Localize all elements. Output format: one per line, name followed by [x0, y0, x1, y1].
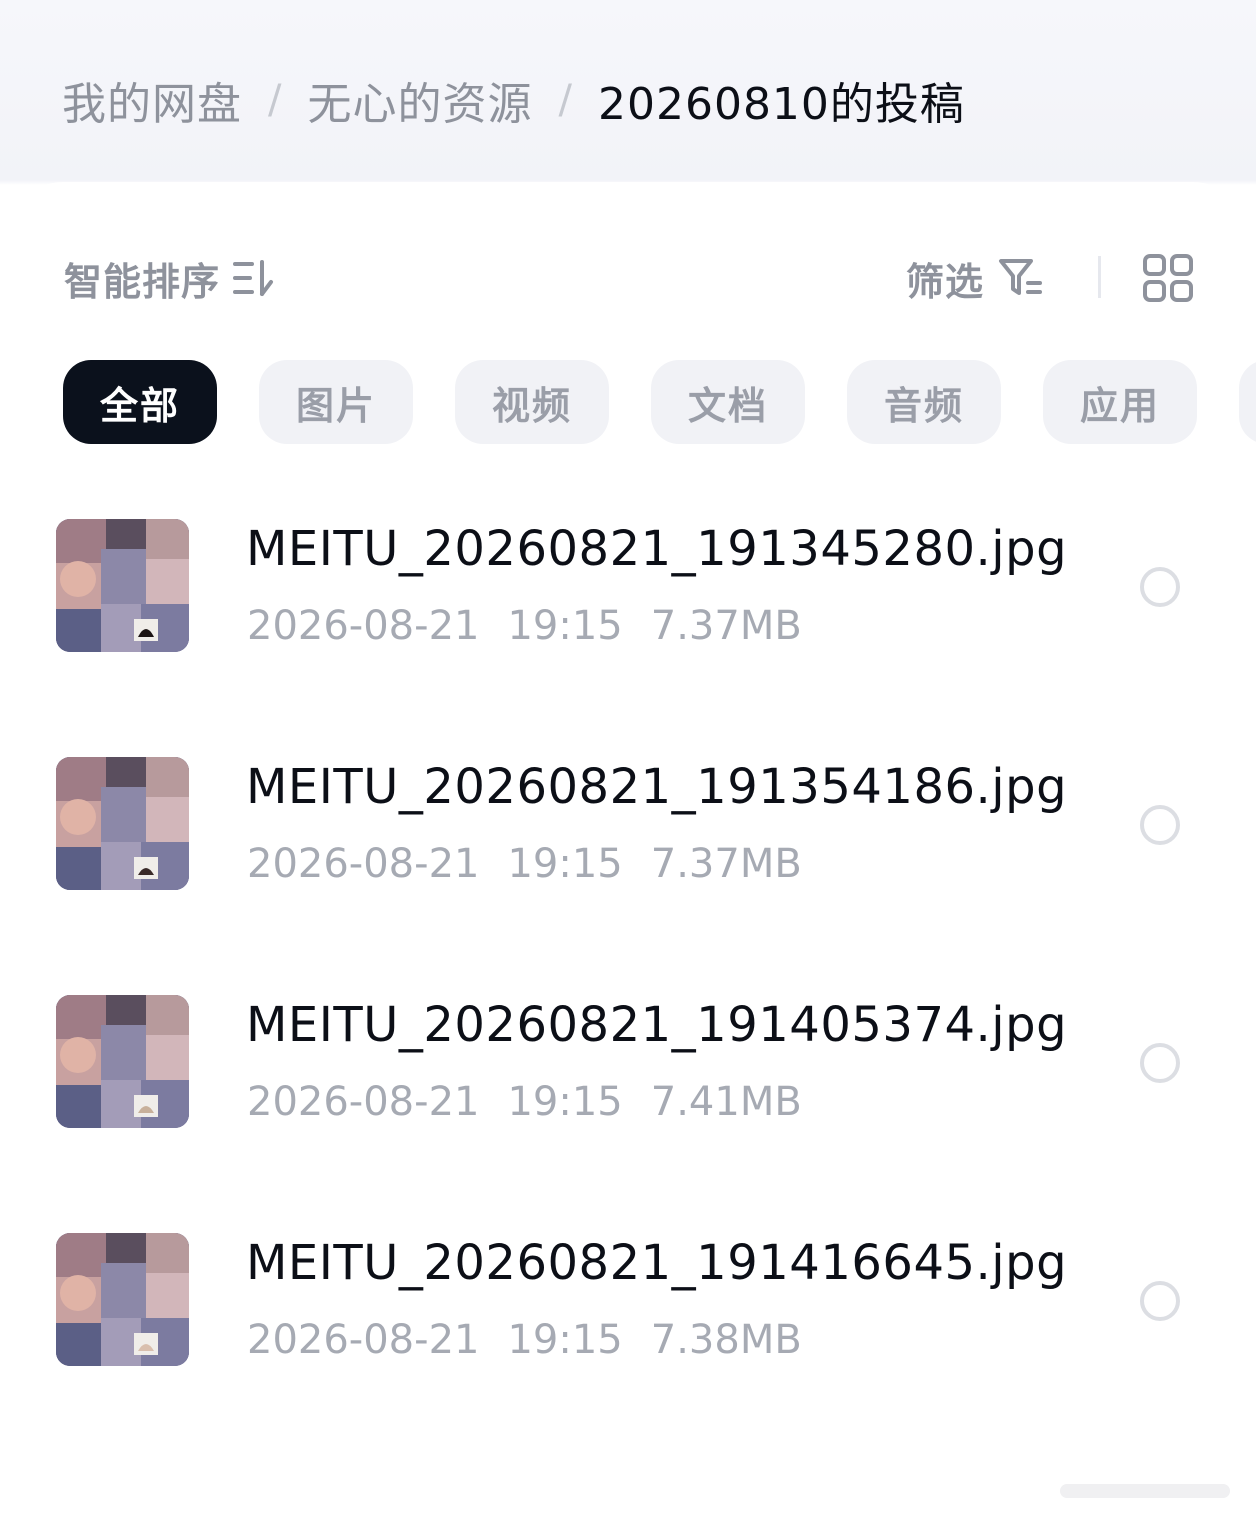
toolbar-divider: [1098, 256, 1101, 298]
file-row[interactable]: MEITU_20260821_191354186.jpg 2026-08-21 …: [0, 757, 1256, 907]
file-name: MEITU_20260821_191354186.jpg: [246, 759, 1068, 815]
file-panel: 智能排序 筛选 全部 图片 视频 文档 音频 应用 MEITU_20260821…: [0, 182, 1256, 1520]
file-thumbnail: [56, 995, 189, 1128]
file-size: 7.37MB: [650, 603, 802, 649]
home-indicator[interactable]: [1060, 1484, 1230, 1498]
file-meta: 2026-08-21 19:15 7.38MB: [247, 1317, 802, 1363]
file-name: MEITU_20260821_191405374.jpg: [246, 997, 1068, 1053]
file-time: 19:15: [507, 1317, 623, 1363]
chip-apps[interactable]: 应用: [1043, 360, 1197, 444]
grid-view-icon: [1143, 254, 1193, 302]
file-browser-screen: 我的网盘 / 无心的资源 / 20260810的投稿 智能排序 筛选 全部 图片…: [0, 0, 1256, 1520]
chip-more[interactable]: [1239, 360, 1256, 444]
select-radio[interactable]: [1140, 805, 1180, 845]
file-size: 7.37MB: [650, 841, 802, 887]
file-time: 19:15: [507, 1079, 623, 1125]
chip-audio[interactable]: 音频: [847, 360, 1001, 444]
file-date: 2026-08-21: [247, 1317, 480, 1363]
file-meta: 2026-08-21 19:15 7.37MB: [247, 603, 802, 649]
file-name: MEITU_20260821_191345280.jpg: [246, 521, 1068, 577]
file-name: MEITU_20260821_191416645.jpg: [246, 1235, 1068, 1291]
filter-button[interactable]: 筛选: [906, 254, 1044, 304]
breadcrumb-separator: /: [558, 77, 572, 123]
grid-view-button[interactable]: [1142, 254, 1194, 302]
file-row[interactable]: MEITU_20260821_191416645.jpg 2026-08-21 …: [0, 1233, 1256, 1383]
chip-documents[interactable]: 文档: [651, 360, 805, 444]
select-radio[interactable]: [1140, 567, 1180, 607]
smart-sort-button[interactable]: 智能排序: [64, 254, 276, 304]
breadcrumb: 我的网盘 / 无心的资源 / 20260810的投稿: [62, 64, 965, 136]
file-size: 7.38MB: [650, 1317, 802, 1363]
file-date: 2026-08-21: [247, 1079, 480, 1125]
file-thumbnail: [56, 757, 189, 890]
file-date: 2026-08-21: [247, 603, 480, 649]
chip-videos[interactable]: 视频: [455, 360, 609, 444]
chip-all[interactable]: 全部: [63, 360, 217, 444]
breadcrumb-item-resources[interactable]: 无心的资源: [307, 68, 532, 132]
filter-icon: [999, 259, 1043, 295]
file-row[interactable]: MEITU_20260821_191345280.jpg 2026-08-21 …: [0, 519, 1256, 669]
chip-images[interactable]: 图片: [259, 360, 413, 444]
file-date: 2026-08-21: [247, 841, 480, 887]
breadcrumb-separator: /: [268, 77, 282, 123]
file-time: 19:15: [507, 841, 623, 887]
select-radio[interactable]: [1140, 1043, 1180, 1083]
file-size: 7.41MB: [650, 1079, 802, 1125]
file-meta: 2026-08-21 19:15 7.41MB: [247, 1079, 802, 1125]
file-thumbnail: [56, 1233, 189, 1366]
file-row[interactable]: MEITU_20260821_191405374.jpg 2026-08-21 …: [0, 995, 1256, 1145]
select-radio[interactable]: [1140, 1281, 1180, 1321]
sort-icon: [233, 260, 274, 296]
breadcrumb-item-my-drive[interactable]: 我的网盘: [62, 68, 242, 132]
filter-label: 筛选: [906, 259, 985, 304]
file-thumbnail: [56, 519, 189, 652]
breadcrumb-item-current-folder: 20260810的投稿: [597, 79, 965, 130]
sort-label: 智能排序: [64, 259, 221, 304]
file-time: 19:15: [507, 603, 623, 649]
category-chips: 全部 图片 视频 文档 音频 应用: [63, 360, 1256, 444]
file-meta: 2026-08-21 19:15 7.37MB: [247, 841, 802, 887]
